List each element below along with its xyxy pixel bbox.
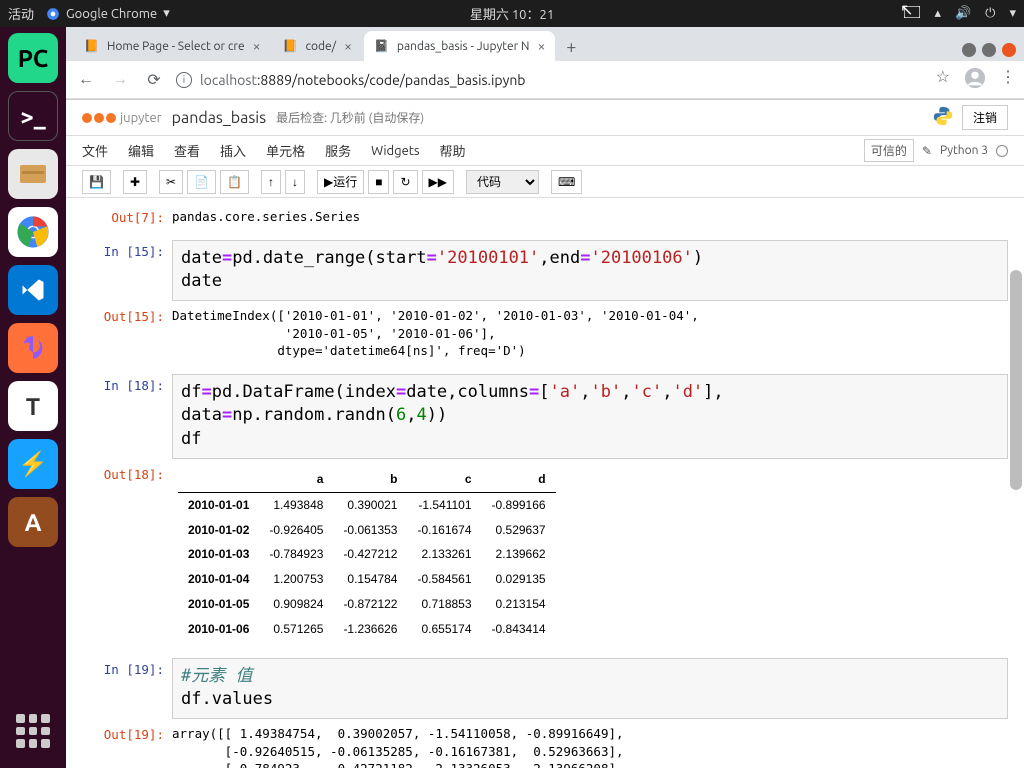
menu-help[interactable]: 帮助 bbox=[440, 141, 466, 160]
kernel-name[interactable]: Python 3 bbox=[940, 144, 988, 157]
jupyter-logo[interactable]: jupyter bbox=[82, 111, 162, 125]
dock-show-apps[interactable] bbox=[8, 706, 58, 756]
close-icon[interactable]: × bbox=[253, 38, 261, 54]
close-icon[interactable]: × bbox=[344, 38, 352, 54]
move-down-button[interactable]: ↓ bbox=[285, 170, 305, 194]
browser-tabbar: 📙 Home Page - Select or cre × 📙 code/ × … bbox=[66, 27, 1024, 61]
chrome-window: 📙 Home Page - Select or cre × 📙 code/ × … bbox=[66, 27, 1024, 768]
star-icon[interactable]: ☆ bbox=[936, 67, 950, 93]
move-up-button[interactable]: ↑ bbox=[261, 170, 281, 194]
fastforward-button[interactable]: ▶▶ bbox=[422, 170, 454, 194]
chrome-icon bbox=[46, 7, 60, 21]
output-text: pandas.core.series.Series bbox=[172, 206, 1008, 228]
notebook-toolbar: 💾 ✚ ✂ 📄 📋 ↑ ↓ ▶ 运行 ■ ↻ ▶▶ 代码 ⌨ bbox=[66, 166, 1024, 198]
copy-button[interactable]: 📄 bbox=[187, 170, 216, 194]
tab-home[interactable]: 📙 Home Page - Select or cre × bbox=[74, 31, 270, 61]
active-app-menu[interactable]: Google Chrome ▾ bbox=[46, 6, 170, 21]
dataframe-output: abcd2010-01-011.4938480.390021-1.541101-… bbox=[172, 463, 1008, 646]
output-text: DatetimeIndex(['2010-01-01', '2010-01-02… bbox=[172, 305, 1008, 362]
checkpoint-status: 最后检查: 几秒前 (自动保存) bbox=[276, 109, 424, 126]
trusted-label[interactable]: 可信的 bbox=[864, 139, 914, 162]
activities-label[interactable]: 活动 bbox=[8, 4, 34, 23]
window-minimize[interactable] bbox=[962, 43, 976, 57]
celltype-select[interactable]: 代码 bbox=[466, 170, 539, 194]
add-cell-button[interactable]: ✚ bbox=[123, 170, 147, 194]
paste-button[interactable]: 📋 bbox=[220, 170, 249, 194]
code-cell[interactable]: date=pd.date_range(start='20100101',end=… bbox=[172, 240, 1008, 302]
dock-app-1[interactable]: ⚡ bbox=[8, 439, 58, 489]
code-cell[interactable]: #元素 值 df.values bbox=[172, 658, 1008, 720]
jupyter-icon: 📙 bbox=[84, 39, 99, 53]
volume-icon[interactable]: 🔊 bbox=[955, 6, 971, 21]
reload-button[interactable]: ⟳ bbox=[142, 68, 166, 92]
url-input[interactable]: i localhost:8889/notebooks/code/pandas_b… bbox=[176, 72, 926, 88]
profile-icon[interactable] bbox=[964, 67, 986, 93]
menu-cell[interactable]: 单元格 bbox=[266, 141, 305, 160]
power-icon[interactable]: ⏻ bbox=[985, 6, 995, 21]
menu-icon[interactable]: ⋮ bbox=[1000, 67, 1016, 93]
dock-firefox[interactable] bbox=[8, 323, 58, 373]
output-prompt: Out[18]: bbox=[82, 463, 172, 646]
system-clock[interactable]: 星期六 10：21 bbox=[470, 4, 554, 23]
logout-button[interactable]: 注销 bbox=[962, 105, 1008, 130]
cut-button[interactable]: ✂ bbox=[159, 170, 183, 194]
dock-chrome[interactable] bbox=[8, 207, 58, 257]
run-button[interactable]: ▶ 运行 bbox=[317, 170, 364, 194]
site-info-icon[interactable]: i bbox=[176, 72, 192, 88]
menu-file[interactable]: 文件 bbox=[82, 141, 108, 160]
window-close[interactable] bbox=[1002, 43, 1016, 57]
restart-button[interactable]: ↻ bbox=[393, 170, 417, 194]
dock-text-editor[interactable]: T bbox=[8, 381, 58, 431]
input-prompt: In [19]: bbox=[82, 658, 172, 720]
python-icon bbox=[932, 105, 954, 131]
notebook-icon: 📓 bbox=[374, 39, 389, 53]
chevron-down-icon[interactable]: ▾ bbox=[1009, 6, 1016, 21]
chevron-down-icon: ▾ bbox=[163, 6, 170, 21]
edit-icon[interactable]: ✎ bbox=[922, 144, 932, 158]
menu-kernel[interactable]: 服务 bbox=[325, 141, 351, 160]
dock-terminal[interactable]: >_ bbox=[8, 91, 58, 141]
notebook-header: jupyter pandas_basis 最后检查: 几秒前 (自动保存) 注销 bbox=[66, 100, 1024, 136]
menu-view[interactable]: 查看 bbox=[174, 141, 200, 160]
forward-button[interactable]: → bbox=[108, 68, 132, 92]
tab-notebook[interactable]: 📓 pandas_basis - Jupyter N × bbox=[364, 31, 555, 61]
window-maximize[interactable] bbox=[982, 43, 996, 57]
dock-vscode[interactable] bbox=[8, 265, 58, 315]
input-prompt: In [15]: bbox=[82, 240, 172, 302]
close-icon[interactable]: × bbox=[537, 38, 545, 54]
output-prompt: Out[15]: bbox=[82, 305, 172, 362]
notebook-menubar: 文件 编辑 查看 插入 单元格 服务 Widgets 帮助 可信的 ✎ Pyth… bbox=[66, 136, 1024, 166]
scrollbar-thumb[interactable] bbox=[1010, 270, 1022, 490]
command-palette-button[interactable]: ⌨ bbox=[551, 170, 582, 194]
code-cell[interactable]: df=pd.DataFrame(index=date,columns=['a',… bbox=[172, 374, 1008, 459]
keyboard-icon[interactable] bbox=[904, 6, 920, 21]
network-icon[interactable]: ▴ bbox=[934, 6, 941, 21]
new-tab-button[interactable]: + bbox=[557, 33, 585, 61]
dock-software-updater[interactable]: A bbox=[8, 497, 58, 547]
stop-button[interactable]: ■ bbox=[368, 170, 389, 194]
output-prompt: Out[19]: bbox=[82, 723, 172, 768]
kernel-indicator-icon bbox=[996, 145, 1008, 157]
input-prompt: In [18]: bbox=[82, 374, 172, 459]
menu-edit[interactable]: 编辑 bbox=[128, 141, 154, 160]
jupyter-icon: 📙 bbox=[282, 39, 297, 53]
dock-files[interactable] bbox=[8, 149, 58, 199]
back-button[interactable]: ← bbox=[74, 68, 98, 92]
tab-code[interactable]: 📙 code/ × bbox=[272, 31, 361, 61]
system-topbar: 活动 Google Chrome ▾ 星期六 10：21 ▴ 🔊 ⏻ ▾ bbox=[0, 0, 1024, 27]
output-prompt: Out[7]: bbox=[82, 206, 172, 228]
dock-pycharm[interactable]: PC bbox=[8, 33, 58, 83]
launcher-dock: PC >_ T ⚡ A bbox=[0, 27, 66, 768]
save-button[interactable]: 💾 bbox=[82, 170, 111, 194]
menu-widgets[interactable]: Widgets bbox=[371, 144, 419, 158]
menu-insert[interactable]: 插入 bbox=[220, 141, 246, 160]
browser-addressbar: ← → ⟳ i localhost:8889/notebooks/code/pa… bbox=[66, 61, 1024, 99]
output-text: array([[ 1.49384754, 0.39002057, -1.5411… bbox=[172, 723, 1008, 768]
jupyter-notebook: jupyter pandas_basis 最后检查: 几秒前 (自动保存) 注销… bbox=[66, 99, 1024, 768]
notebook-name[interactable]: pandas_basis bbox=[172, 109, 266, 127]
